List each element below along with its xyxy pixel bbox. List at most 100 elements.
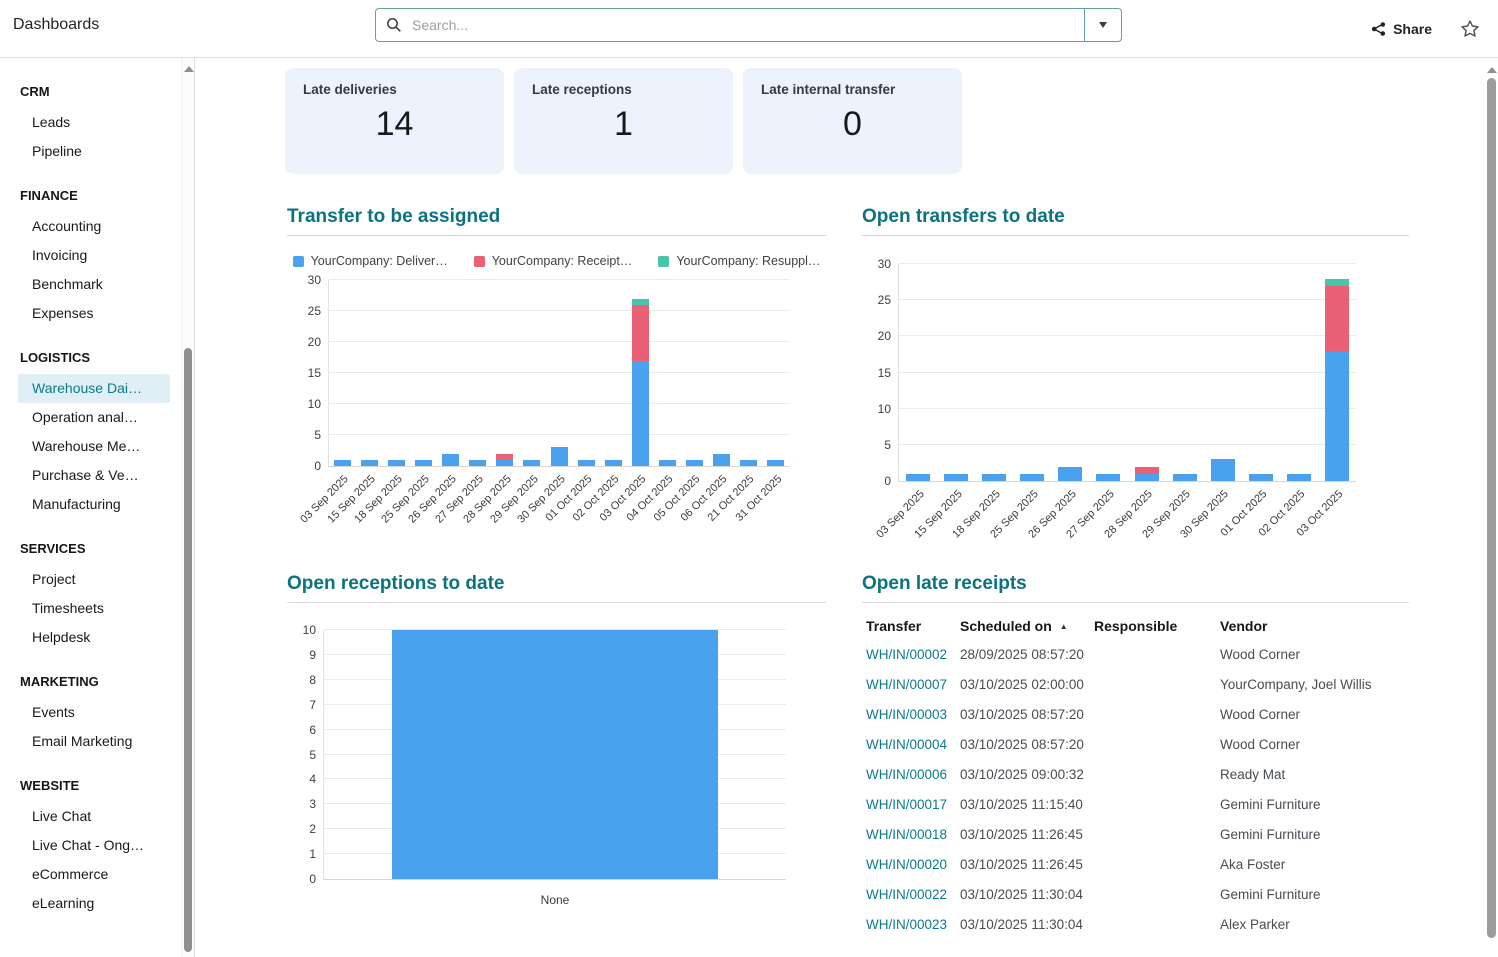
bar-segment <box>632 361 649 466</box>
sidebar-item-expenses[interactable]: Expenses <box>18 299 170 328</box>
transfer-link[interactable]: WH/IN/00017 <box>866 797 960 812</box>
scheduled-on-cell: 03/10/2025 08:57:20 <box>960 737 1094 752</box>
sidebar-item-pipeline[interactable]: Pipeline <box>18 137 170 166</box>
page-body: CRMLeadsPipelineFINANCEAccountingInvoici… <box>0 58 1498 957</box>
bar-slot <box>324 630 786 879</box>
sidebar-item-warehouse-dai[interactable]: Warehouse Dai… <box>18 374 170 403</box>
sidebar-scrollbar[interactable] <box>181 58 195 957</box>
kpi-value: 1 <box>532 105 715 144</box>
y-axis-tick: 25 <box>308 305 321 317</box>
sidebar-item-email-marketing[interactable]: Email Marketing <box>18 727 170 756</box>
transfer-link[interactable]: WH/IN/00022 <box>866 887 960 902</box>
page-scrollbar-thumb[interactable] <box>1487 78 1496 938</box>
bar-slot <box>899 264 937 481</box>
transfer-link[interactable]: WH/IN/00007 <box>866 677 960 692</box>
table-row: WH/IN/0000403/10/2025 08:57:20Wood Corne… <box>862 729 1409 759</box>
legend-entry: YourCompany: Receipt… <box>474 254 633 268</box>
bar-slot <box>654 280 681 466</box>
sidebar-section-header: CRM <box>20 82 194 102</box>
sidebar-item-operation-anal[interactable]: Operation anal… <box>18 403 170 432</box>
y-axis-tick: 8 <box>309 674 316 686</box>
sidebar-item-invoicing[interactable]: Invoicing <box>18 241 170 270</box>
bar-segment <box>1287 474 1311 481</box>
sidebar-section-marketing: MARKETINGEventsEmail Marketing <box>0 672 194 756</box>
bar-segment <box>1058 467 1082 481</box>
sidebar-scrollbar-thumb[interactable] <box>184 348 192 952</box>
legend-label: YourCompany: Deliver… <box>311 254 448 268</box>
chevron-down-icon <box>1099 22 1107 28</box>
bar-slot <box>735 280 762 466</box>
table-row: WH/IN/0001703/10/2025 11:15:40Gemini Fur… <box>862 789 1409 819</box>
scroll-up-icon[interactable] <box>1487 67 1497 73</box>
sidebar-item-elearning[interactable]: eLearning <box>18 889 170 918</box>
vendor-cell: Ready Mat <box>1220 767 1409 782</box>
sidebar-section-services: SERVICESProjectTimesheetsHelpdesk <box>0 539 194 652</box>
column-header-vendor[interactable]: Vendor <box>1220 618 1409 634</box>
y-axis-tick: 10 <box>308 398 321 410</box>
sidebar-item-timesheets[interactable]: Timesheets <box>18 594 170 623</box>
transfer-link[interactable]: WH/IN/00023 <box>866 917 960 932</box>
share-label: Share <box>1393 21 1432 37</box>
bar-slot <box>1127 264 1165 481</box>
chart-transfer-to-be-assigned: Transfer to be assigned YourCompany: Deli… <box>287 205 826 467</box>
sidebar-item-ecommerce[interactable]: eCommerce <box>18 860 170 889</box>
bar-slot <box>573 280 600 466</box>
bar-slot <box>1013 264 1051 481</box>
table-row: WH/IN/0000703/10/2025 02:00:00YourCompan… <box>862 669 1409 699</box>
share-button[interactable]: Share <box>1371 21 1432 37</box>
favorite-button[interactable] <box>1460 19 1480 39</box>
vendor-cell: Wood Corner <box>1220 707 1409 722</box>
sidebar-item-manufacturing[interactable]: Manufacturing <box>18 490 170 519</box>
transfer-link[interactable]: WH/IN/00018 <box>866 827 960 842</box>
sidebar-item-purchase-ve[interactable]: Purchase & Ve… <box>18 461 170 490</box>
sidebar-item-helpdesk[interactable]: Helpdesk <box>18 623 170 652</box>
bar-slot <box>518 280 545 466</box>
vendor-cell: Gemini Furniture <box>1220 827 1409 842</box>
column-header-scheduled-on[interactable]: Scheduled on▲ <box>960 618 1094 634</box>
sidebar-item-live-chat[interactable]: Live Chat <box>18 802 170 831</box>
bar-segment <box>944 474 968 481</box>
search-input[interactable] <box>410 8 1084 42</box>
main-content: Late deliveries14Late receptions1Late in… <box>196 58 1498 957</box>
search-dropdown-toggle[interactable] <box>1084 9 1121 41</box>
transfer-link[interactable]: WH/IN/00003 <box>866 707 960 722</box>
sidebar-item-events[interactable]: Events <box>18 698 170 727</box>
scheduled-on-cell: 03/10/2025 11:15:40 <box>960 797 1094 812</box>
transfer-link[interactable]: WH/IN/00002 <box>866 647 960 662</box>
table-row: WH/IN/0002303/10/2025 11:30:04Alex Parke… <box>862 909 1409 939</box>
x-axis-labels: 03 Sep 202515 Sep 202518 Sep 202525 Sep … <box>899 481 1356 565</box>
bar-slot <box>1051 264 1089 481</box>
legend-color-box <box>658 256 669 267</box>
kpi-card-late-internal-transfer: Late internal transfer0 <box>743 68 962 174</box>
sidebar-item-live-chat-ong[interactable]: Live Chat - Ong… <box>18 831 170 860</box>
bars-layer <box>329 280 789 466</box>
chart-open-receptions-to-date: Open receptions to date012345678910None <box>287 572 826 880</box>
sidebar: CRMLeadsPipelineFINANCEAccountingInvoici… <box>0 58 195 957</box>
scroll-up-icon[interactable] <box>184 66 194 72</box>
transfer-link[interactable]: WH/IN/00020 <box>866 857 960 872</box>
star-icon <box>1460 19 1480 39</box>
sidebar-item-project[interactable]: Project <box>18 565 170 594</box>
sidebar-item-accounting[interactable]: Accounting <box>18 212 170 241</box>
kpi-value: 0 <box>761 105 944 144</box>
legend-entry: YourCompany: Deliver… <box>293 254 448 268</box>
y-axis-tick: 0 <box>314 460 321 472</box>
bar-segment <box>982 474 1006 481</box>
sidebar-item-leads[interactable]: Leads <box>18 108 170 137</box>
column-header-responsible[interactable]: Responsible <box>1094 618 1220 634</box>
sidebar-item-warehouse-me[interactable]: Warehouse Me… <box>18 432 170 461</box>
vendor-cell: Alex Parker <box>1220 917 1409 932</box>
page-scrollbar[interactable] <box>1485 58 1498 957</box>
chart-title: Transfer to be assigned <box>287 205 826 236</box>
legend-entry: YourCompany: Resuppl… <box>658 254 820 268</box>
sidebar-item-benchmark[interactable]: Benchmark <box>18 270 170 299</box>
bar-slot <box>975 264 1013 481</box>
chart-plot: 012345678910None <box>323 630 786 880</box>
transfer-link[interactable]: WH/IN/00006 <box>866 767 960 782</box>
transfer-link[interactable]: WH/IN/00004 <box>866 737 960 752</box>
scheduled-on-cell: 03/10/2025 08:57:20 <box>960 707 1094 722</box>
bars-layer <box>899 264 1356 481</box>
kpi-row: Late deliveries14Late receptions1Late in… <box>285 68 962 174</box>
bar-slot <box>383 280 410 466</box>
column-header-transfer[interactable]: Transfer <box>866 618 960 634</box>
